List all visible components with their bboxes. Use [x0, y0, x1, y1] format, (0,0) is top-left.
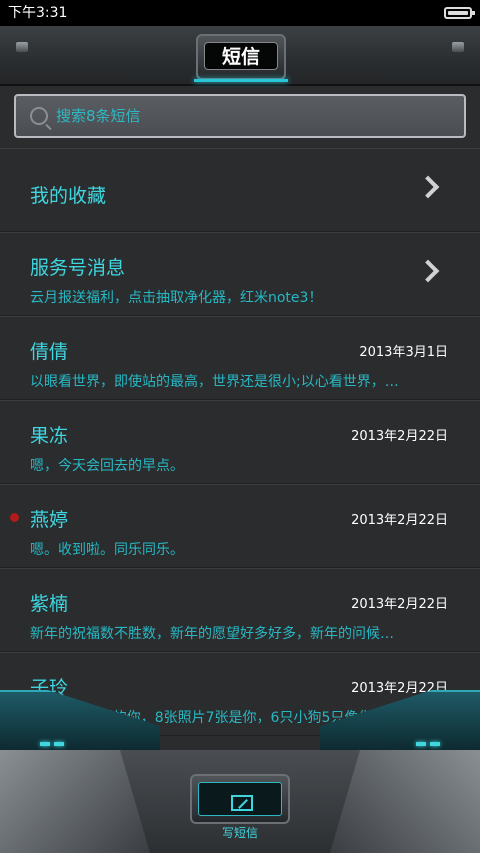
conversation-date: 2013年3月1日 — [359, 345, 448, 360]
status-time: 下午3:31 — [8, 5, 68, 21]
title-glow — [194, 79, 288, 82]
conversation-preview: 以眼看世界，即使站的最高，世界还是很小;以心看世界，… — [30, 374, 399, 390]
rivet-icon — [16, 42, 28, 52]
conversation-list: 我的收藏 服务号消息 云月报送福利，点击抽取净化器，红米note3！ 倩倩 以眼看世界，… — [0, 148, 480, 736]
bottom-panel: 写短信 — [0, 680, 480, 853]
conversation-preview: 嗯。收到啦。同乐同乐。 — [30, 542, 184, 558]
right-wing — [320, 690, 480, 750]
conversation-name: 紫楠 — [30, 593, 69, 615]
conversation-name: 服务号消息 — [30, 257, 126, 279]
rivet-icon — [452, 42, 464, 52]
compose-label: 写短信 — [221, 826, 258, 840]
light-indicator — [54, 742, 64, 746]
conversation-preview: 云月报送福利，点击抽取净化器，红米note3！ — [30, 290, 323, 306]
list-item[interactable]: 燕婷嗯。收到啦。同乐同乐。 2013年2月22日 — [0, 484, 480, 568]
conversation-date: 2013年2月22日 — [351, 429, 448, 444]
light-indicator — [40, 742, 50, 746]
light-indicator — [430, 742, 440, 746]
conversation-name: 果冻 — [30, 425, 69, 447]
compose-icon — [231, 795, 253, 811]
search-placeholder: 搜索8条短信 — [56, 107, 141, 125]
conversation-name: 倩倩 — [30, 341, 69, 363]
chevron-right-icon — [416, 175, 440, 199]
header-panel: 短信 — [0, 26, 480, 86]
conversation-name: 燕婷 — [30, 509, 69, 531]
list-item[interactable]: 倩倩以眼看世界，即使站的最高，世界还是很小;以心看世界，… 2013年3月1日 — [0, 316, 480, 400]
list-item[interactable]: 果冻嗯，今天会回去的早点。 2013年2月22日 — [0, 400, 480, 484]
conversation-date: 2013年2月22日 — [351, 597, 448, 612]
conversation-date: 2013年2月22日 — [351, 513, 448, 528]
list-item[interactable]: 服务号消息云月报送福利，点击抽取净化器，红米note3！ — [0, 232, 480, 316]
battery-icon — [444, 7, 475, 19]
compose-button[interactable] — [190, 774, 290, 824]
status-bar: 下午3:31 — [0, 0, 480, 26]
list-item[interactable]: 紫楠新年的祝福数不胜数，新年的愿望好多好多，新年的问候… 2013年2月22日 — [0, 568, 480, 652]
search-input[interactable]: 搜索8条短信 — [14, 94, 466, 138]
conversation-preview: 新年的祝福数不胜数，新年的愿望好多好多，新年的问候… — [30, 626, 394, 642]
compose-button-inner — [198, 782, 282, 816]
list-item[interactable]: 我的收藏 — [0, 148, 480, 232]
left-wing — [0, 690, 160, 750]
page-title: 短信 — [204, 42, 278, 70]
chevron-right-icon — [416, 259, 440, 283]
conversation-name: 我的收藏 — [30, 185, 107, 207]
unread-dot-icon — [10, 513, 19, 522]
light-indicator — [416, 742, 426, 746]
conversation-preview: 嗯，今天会回去的早点。 — [30, 458, 184, 474]
search-icon — [30, 107, 48, 125]
title-plate: 短信 — [194, 34, 288, 82]
